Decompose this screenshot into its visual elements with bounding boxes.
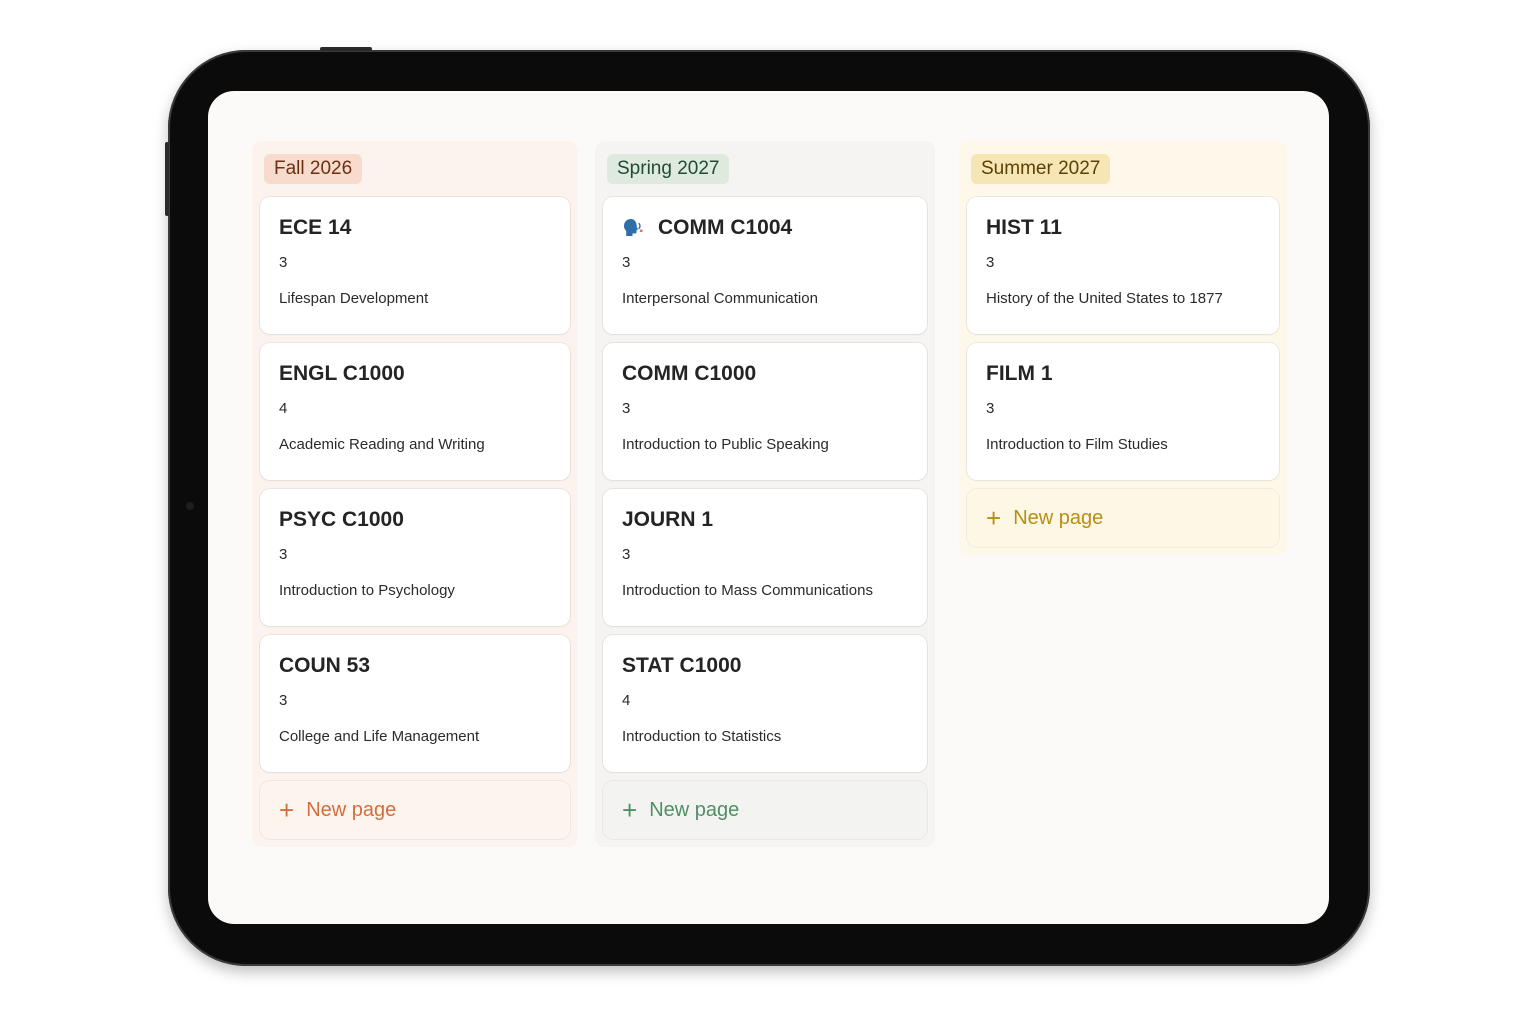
plus-icon: + (279, 795, 295, 825)
column-header: Fall 2026 (260, 141, 570, 197)
course-code-row: COMM C1004 (622, 215, 908, 241)
course-name: Introduction to Psychology (279, 582, 455, 599)
tablet-screen: Fall 2026 ECE 14 3 Lifespan Development … (208, 91, 1329, 924)
course-name: College and Life Management (279, 728, 480, 745)
tablet-frame: Fall 2026 ECE 14 3 Lifespan Development … (165, 47, 1370, 966)
course-code: ECE 14 (279, 216, 352, 239)
course-code: COMM C1004 (658, 216, 793, 239)
plus-icon: + (622, 795, 638, 825)
side-button (165, 142, 169, 216)
course-name: Interpersonal Communication (622, 290, 818, 307)
course-name: Introduction to Mass Communications (622, 582, 873, 599)
column-spring-2027: Spring 2027 COMM C1004 3 Interpersonal C… (595, 141, 935, 847)
course-card[interactable]: HIST 11 3 History of the United States t… (967, 197, 1279, 334)
course-card[interactable]: JOURN 1 3 Introduction to Mass Communica… (603, 489, 927, 626)
front-camera (186, 502, 194, 510)
speaking-head-icon (622, 217, 644, 239)
column-label[interactable]: Summer 2027 (971, 154, 1111, 184)
new-page-button[interactable]: + New page (603, 781, 927, 839)
new-page-label: New page (306, 798, 397, 821)
course-card[interactable]: PSYC C1000 3 Introduction to Psychology (260, 489, 570, 626)
course-code: FILM 1 (986, 362, 1053, 385)
course-code: JOURN 1 (622, 508, 714, 531)
course-credits: 3 (986, 254, 995, 271)
plus-icon: + (986, 503, 1002, 533)
course-credits: 3 (622, 546, 631, 563)
course-credits: 3 (279, 692, 288, 709)
kanban-board: Fall 2026 ECE 14 3 Lifespan Development … (252, 141, 1292, 901)
column-summer-2027: Summer 2027 HIST 11 3 History of the Uni… (959, 141, 1287, 555)
course-card[interactable]: ENGL C1000 4 Academic Reading and Writin… (260, 343, 570, 480)
course-code: COUN 53 (279, 654, 371, 677)
course-card[interactable]: COUN 53 3 College and Life Management (260, 635, 570, 772)
course-code: HIST 11 (986, 216, 1062, 239)
new-page-button[interactable]: + New page (260, 781, 570, 839)
course-card[interactable]: COMM C1000 3 Introduction to Public Spea… (603, 343, 927, 480)
course-name: Academic Reading and Writing (279, 436, 485, 453)
course-name: History of the United States to 1877 (986, 290, 1223, 307)
course-credits: 4 (622, 692, 631, 709)
new-page-label: New page (1013, 506, 1104, 529)
course-name: Introduction to Public Speaking (622, 436, 829, 453)
column-header: Summer 2027 (967, 141, 1279, 197)
course-credits: 3 (622, 254, 631, 271)
column-fall-2026: Fall 2026 ECE 14 3 Lifespan Development … (252, 141, 578, 847)
course-card[interactable]: ECE 14 3 Lifespan Development (260, 197, 570, 334)
course-code: ENGL C1000 (279, 362, 405, 385)
course-credits: 3 (279, 546, 288, 563)
course-card[interactable]: COMM C1004 3 Interpersonal Communication (603, 197, 927, 334)
column-label[interactable]: Fall 2026 (264, 154, 363, 184)
course-name: Introduction to Statistics (622, 728, 782, 745)
column-label[interactable]: Spring 2027 (607, 154, 730, 184)
course-credits: 4 (279, 400, 288, 417)
column-header: Spring 2027 (603, 141, 927, 197)
course-credits: 3 (622, 400, 631, 417)
course-card[interactable]: STAT C1000 4 Introduction to Statistics (603, 635, 927, 772)
new-page-button[interactable]: + New page (967, 489, 1279, 547)
course-credits: 3 (279, 254, 288, 271)
course-card[interactable]: FILM 1 3 Introduction to Film Studies (967, 343, 1279, 480)
top-button (320, 47, 372, 51)
course-credits: 3 (986, 400, 995, 417)
course-code: COMM C1000 (622, 362, 757, 385)
course-name: Introduction to Film Studies (986, 436, 1168, 453)
course-code: PSYC C1000 (279, 508, 404, 531)
course-code: STAT C1000 (622, 654, 742, 677)
course-name: Lifespan Development (279, 290, 429, 307)
new-page-label: New page (649, 798, 740, 821)
